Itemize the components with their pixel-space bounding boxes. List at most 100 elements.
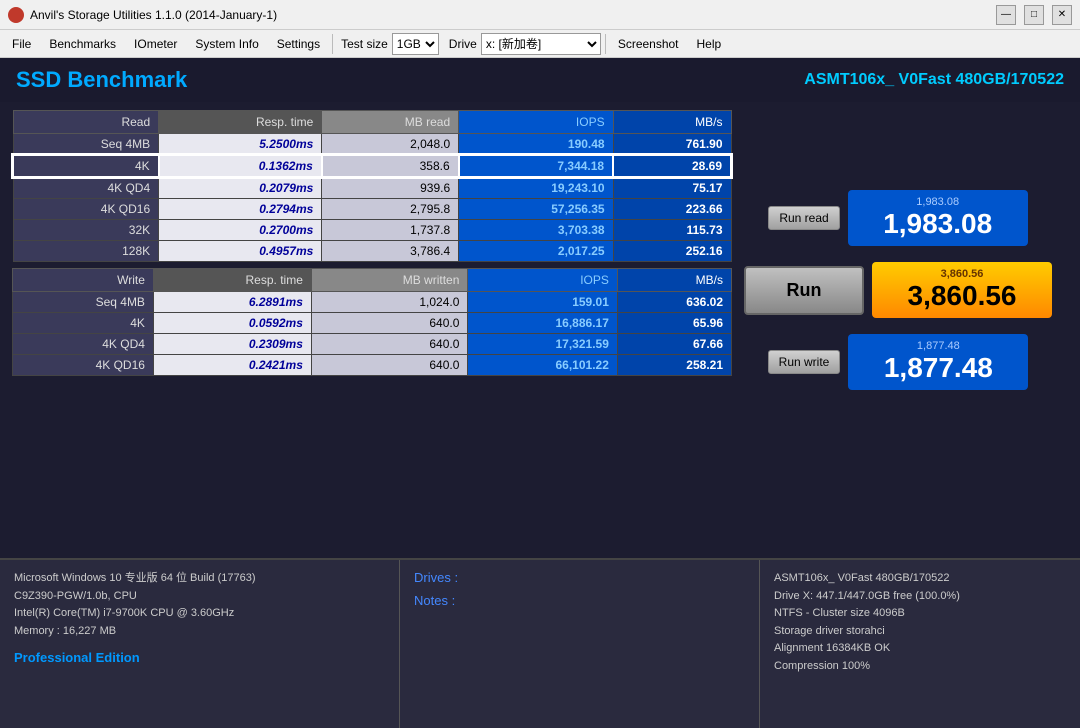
write-row-iops: 16,886.17 xyxy=(468,313,618,334)
col-resp-write: Resp. time xyxy=(153,269,311,292)
window-title: Anvil's Storage Utilities 1.1.0 (2014-Ja… xyxy=(30,8,277,22)
read-row-mb: 1,737.8 xyxy=(322,220,459,241)
drive-detail-line: NTFS - Cluster size 4096B xyxy=(774,605,1066,623)
read-row-iops: 190.48 xyxy=(459,134,613,156)
run-group: Run 3,860.56 3,860.56 xyxy=(744,262,1052,318)
write-row-label: 4K xyxy=(13,313,154,334)
header-banner: SSD Benchmark ASMT106x_ V0Fast 480GB/170… xyxy=(0,58,1080,102)
sys-info-line: Intel(R) Core(TM) i7-9700K CPU @ 3.60GHz xyxy=(14,605,385,623)
drives-label: Drives : xyxy=(414,570,745,585)
write-row-label: Seq 4MB xyxy=(13,292,154,313)
close-button[interactable]: ✕ xyxy=(1052,5,1072,25)
app-icon xyxy=(8,7,24,23)
menu-bar: File Benchmarks IOmeter System Info Sett… xyxy=(0,30,1080,58)
menu-screenshot[interactable]: Screenshot xyxy=(610,34,687,54)
menu-benchmarks[interactable]: Benchmarks xyxy=(41,34,124,54)
col-mb-write: MB written xyxy=(311,269,468,292)
footer-left: Microsoft Windows 10 专业版 64 位 Build (177… xyxy=(0,560,400,728)
read-row-mb: 3,786.4 xyxy=(322,241,459,262)
write-row-label: 4K QD4 xyxy=(13,334,154,355)
maximize-button[interactable]: □ xyxy=(1024,5,1044,25)
read-row-mbs: 252.16 xyxy=(613,241,731,262)
write-score-box: 1,877.48 1,877.48 xyxy=(848,334,1028,390)
tables-column: Read Resp. time MB read IOPS MB/s Seq 4M… xyxy=(12,110,732,376)
minimize-button[interactable]: — xyxy=(996,5,1016,25)
read-row-iops: 19,243.10 xyxy=(459,177,613,199)
write-row-resp: 6.2891ms xyxy=(153,292,311,313)
window-controls: — □ ✕ xyxy=(996,5,1072,25)
write-row-iops: 159.01 xyxy=(468,292,618,313)
write-row-mb: 640.0 xyxy=(311,313,468,334)
drive-detail-line: ASMT106x_ V0Fast 480GB/170522 xyxy=(774,570,1066,588)
menu-sysinfo[interactable]: System Info xyxy=(187,34,266,54)
write-row-resp: 0.2309ms xyxy=(153,334,311,355)
run-button[interactable]: Run xyxy=(744,266,864,315)
drive-label: Drive xyxy=(449,37,477,51)
test-size-select[interactable]: 1GB 4GB 8GB xyxy=(392,33,439,55)
col-mbs-read: MB/s xyxy=(613,111,731,134)
run-write-button[interactable]: Run write xyxy=(768,350,841,374)
read-row-mbs: 223.66 xyxy=(613,199,731,220)
write-score-small: 1,877.48 xyxy=(860,340,1016,352)
write-row-resp: 0.2421ms xyxy=(153,355,311,376)
col-iops-write: IOPS xyxy=(468,269,618,292)
total-score-big: 3,860.56 xyxy=(884,280,1040,312)
read-row-mbs: 115.73 xyxy=(613,220,731,241)
sys-info-line: Microsoft Windows 10 专业版 64 位 Build (177… xyxy=(14,570,385,588)
read-score-big: 1,983.08 xyxy=(860,208,1016,240)
menu-help[interactable]: Help xyxy=(689,34,730,54)
col-mb-read: MB read xyxy=(322,111,459,134)
write-row-resp: 0.0592ms xyxy=(153,313,311,334)
col-write: Write xyxy=(13,269,154,292)
sys-info-line: Memory : 16,227 MB xyxy=(14,623,385,641)
write-row-iops: 17,321.59 xyxy=(468,334,618,355)
notes-label: Notes : xyxy=(414,593,745,608)
col-resp-read: Resp. time xyxy=(159,111,322,134)
read-row-mbs: 761.90 xyxy=(613,134,731,156)
menu-settings[interactable]: Settings xyxy=(269,34,328,54)
read-row-label: 4K QD4 xyxy=(13,177,159,199)
write-row-mbs: 65.96 xyxy=(617,313,731,334)
read-row-iops: 57,256.35 xyxy=(459,199,613,220)
read-row-mbs: 75.17 xyxy=(613,177,731,199)
footer-right: ASMT106x_ V0Fast 480GB/170522Drive X: 44… xyxy=(760,560,1080,728)
bench-wrapper: Read Resp. time MB read IOPS MB/s Seq 4M… xyxy=(0,102,1080,558)
read-row-mb: 2,048.0 xyxy=(322,134,459,156)
right-controls: Run read 1,983.08 1,983.08 Run 3,860.56 … xyxy=(744,190,1052,390)
drive-detail-line: Alignment 16384KB OK xyxy=(774,640,1066,658)
test-size-label: Test size xyxy=(341,37,388,51)
write-row-mbs: 636.02 xyxy=(617,292,731,313)
footer: Microsoft Windows 10 专业版 64 位 Build (177… xyxy=(0,558,1080,728)
read-row-resp: 0.2700ms xyxy=(159,220,322,241)
col-read: Read xyxy=(13,111,159,134)
menu-iometer[interactable]: IOmeter xyxy=(126,34,185,54)
read-row-label: 4K xyxy=(13,155,159,177)
drive-select[interactable]: x: [新加卷] xyxy=(481,33,601,55)
drive-detail-line: Drive X: 447.1/447.0GB free (100.0%) xyxy=(774,588,1066,606)
drive-details: ASMT106x_ V0Fast 480GB/170522Drive X: 44… xyxy=(774,570,1066,676)
read-table: Read Resp. time MB read IOPS MB/s Seq 4M… xyxy=(12,110,732,262)
drive-group: Drive x: [新加卷] xyxy=(449,33,601,55)
col-iops-read: IOPS xyxy=(459,111,613,134)
read-row-mb: 358.6 xyxy=(322,155,459,177)
pro-edition: Professional Edition xyxy=(14,648,385,669)
read-row-label: 32K xyxy=(13,220,159,241)
read-row-resp: 0.2079ms xyxy=(159,177,322,199)
read-row-resp: 5.2500ms xyxy=(159,134,322,156)
write-row-mb: 640.0 xyxy=(311,355,468,376)
read-row-resp: 0.4957ms xyxy=(159,241,322,262)
write-score-big: 1,877.48 xyxy=(860,352,1016,384)
footer-center: Drives : Notes : xyxy=(400,560,760,728)
drive-detail-line: Compression 100% xyxy=(774,658,1066,676)
col-mbs-write: MB/s xyxy=(617,269,731,292)
read-row-iops: 3,703.38 xyxy=(459,220,613,241)
write-row-mbs: 258.21 xyxy=(617,355,731,376)
read-score-small: 1,983.08 xyxy=(860,196,1016,208)
drive-info-header: ASMT106x_ V0Fast 480GB/170522 xyxy=(804,71,1064,89)
run-read-button[interactable]: Run read xyxy=(768,206,839,230)
menu-file[interactable]: File xyxy=(4,34,39,54)
read-row-iops: 2,017.25 xyxy=(459,241,613,262)
write-table: Write Resp. time MB written IOPS MB/s Se… xyxy=(12,268,732,376)
read-row-resp: 0.2794ms xyxy=(159,199,322,220)
run-write-group: Run write 1,877.48 1,877.48 xyxy=(768,334,1029,390)
